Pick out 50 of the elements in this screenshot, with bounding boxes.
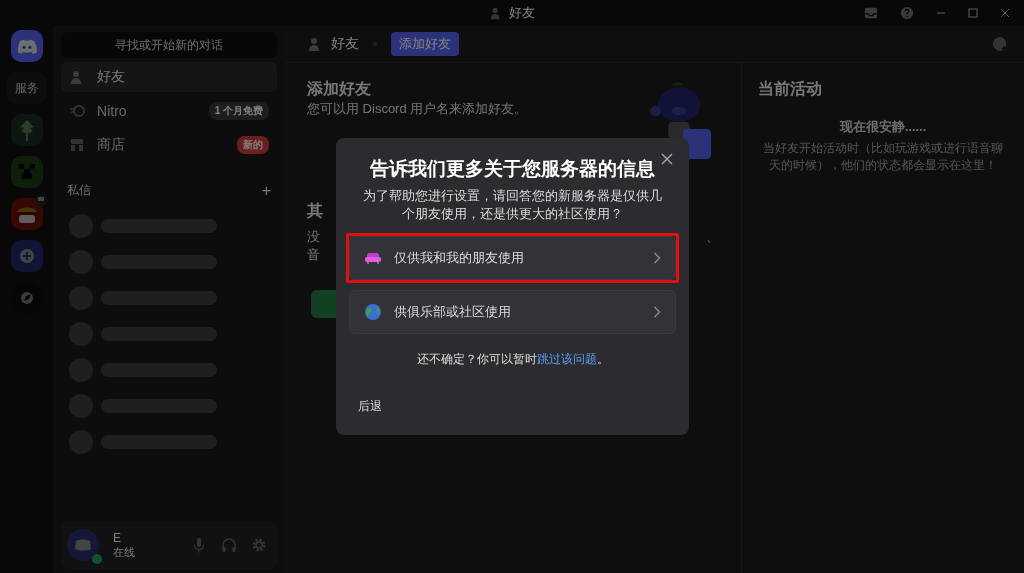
activity-title: 当前活动 (758, 79, 822, 99)
section-title: 添加好友 (307, 79, 372, 99)
skip-note: 还不确定？你可以暂时跳过该问题。 (416, 351, 609, 368)
avatar-icon[interactable] (67, 529, 100, 561)
empty-title: 现在很安静...... (839, 118, 927, 136)
discord-home-button[interactable] (10, 30, 43, 62)
sidebar-item[interactable]: Nitro 1 个月免费 (61, 96, 277, 126)
section-title: 其 (307, 201, 323, 221)
close-icon[interactable] (661, 153, 673, 165)
dm-header: 私信 (67, 182, 92, 199)
microphone-icon[interactable] (191, 537, 207, 553)
back-button[interactable]: 后退 (358, 399, 382, 413)
close-icon[interactable] (1000, 8, 1010, 18)
chevron-right-icon (653, 252, 661, 264)
description-text: 音 (307, 246, 320, 264)
maximize-icon[interactable] (968, 8, 978, 18)
description-text: 、 (706, 228, 719, 246)
globe-icon (364, 303, 382, 321)
help-icon[interactable] (900, 6, 914, 20)
create-dm-button[interactable]: + (261, 182, 271, 200)
description-text: 没 (307, 228, 320, 246)
creeper-server-icon[interactable] (10, 156, 43, 188)
sidebar-item[interactable]: 好友 (61, 62, 277, 92)
shop-icon (69, 137, 86, 153)
sidebar-item[interactable]: 商店 新的 (61, 130, 277, 160)
inbox-icon[interactable] (864, 6, 878, 20)
section-subtitle: 您可以用 Discord 用户名来添加好友。 (307, 100, 528, 118)
pirate-server-icon[interactable] (10, 198, 43, 230)
nitro-icon (69, 103, 86, 119)
discord-logo-icon (16, 38, 37, 54)
nav-badge: 1 个月免费 (208, 102, 269, 120)
empty-text: 当好友开始活动时（比如玩游戏或进行语音聊天的时候），他们的状态都会显示在这里！ (762, 140, 1004, 174)
tree-server-icon[interactable] (10, 114, 43, 146)
nav-badge: 新的 (237, 136, 269, 154)
add-server-icon[interactable] (10, 240, 43, 272)
headphones-icon[interactable] (221, 537, 237, 553)
user-name: E (113, 532, 122, 546)
window-title: 好友 (509, 4, 535, 22)
settings-icon[interactable] (251, 537, 267, 553)
new-group-dm-icon[interactable] (992, 36, 1008, 52)
add-friend-tab[interactable]: 添加好友 (391, 32, 459, 56)
user-status: 在线 (113, 545, 136, 558)
page-title: 好友 (331, 35, 359, 53)
search-field[interactable]: 寻找或开始新的对话 (61, 32, 277, 58)
modal-title: 告诉我们更多关于您服务器的信息 (370, 157, 655, 181)
option-button[interactable]: 仅供我和我的朋友使用 (349, 236, 676, 280)
modal-subtitle: 为了帮助您进行设置，请回答您的新服务器是仅供几个朋友使用，还是供更大的社区使用？ (362, 188, 663, 223)
option-button[interactable]: 供俱乐部或社区使用 (349, 290, 676, 334)
chevron-right-icon (653, 306, 661, 318)
skip-link[interactable]: 跳过该问题 (536, 352, 597, 366)
